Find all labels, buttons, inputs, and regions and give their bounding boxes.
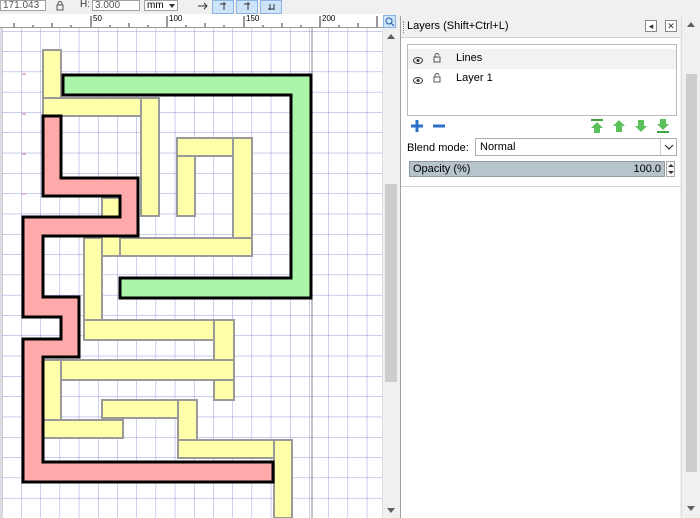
opacity-spinner[interactable] — [666, 161, 675, 177]
lock-icon[interactable] — [433, 73, 441, 86]
layers-panel-header: Layers (Shift+Ctrl+L) ◂ ✕ — [401, 16, 681, 38]
lock-icon[interactable] — [56, 1, 64, 14]
close-icon[interactable]: ✕ — [665, 20, 677, 32]
eye-icon[interactable] — [413, 55, 423, 67]
layers-dock-panel: Layers (Shift+Ctrl+L) ◂ ✕ Lines Layer 1 … — [400, 16, 681, 518]
scrollbar-thumb[interactable] — [686, 74, 697, 472]
scroll-down-icon[interactable] — [387, 508, 395, 513]
layer-name: Layer 1 — [456, 72, 493, 84]
chevron-down-icon[interactable] — [660, 139, 676, 155]
dock-grip-icon[interactable] — [403, 21, 406, 33]
chevron-down-icon — [169, 4, 175, 8]
h-field[interactable]: 3.000 — [92, 0, 140, 11]
layer-name: Lines — [456, 52, 483, 64]
layers-list[interactable]: Lines Layer 1 — [407, 44, 677, 116]
ruler-tick-label: 50 — [93, 14, 102, 23]
opacity-label: Opacity (%) — [413, 163, 471, 175]
layer-row-lines[interactable]: Lines — [408, 49, 676, 69]
spin-up-icon[interactable] — [668, 164, 674, 167]
layer-row-layer-1[interactable]: Layer 1 — [408, 69, 676, 89]
raise-to-top-icon[interactable] — [589, 118, 605, 134]
blend-mode-select[interactable]: Normal — [475, 138, 677, 156]
snap-nodes-button[interactable] — [236, 0, 258, 14]
spin-down-icon[interactable] — [668, 171, 674, 174]
layers-panel-title: Layers (Shift+Ctrl+L) — [407, 20, 509, 32]
panel-divider — [401, 186, 681, 187]
scroll-down-icon[interactable] — [687, 506, 695, 511]
lower-icon[interactable] — [633, 118, 649, 134]
ruler-tick-label: 100 — [169, 14, 183, 23]
h-label: H: — [80, 0, 90, 10]
scroll-up-icon[interactable] — [687, 22, 695, 27]
scrollbar-thumb[interactable] — [385, 184, 397, 382]
canvas-vertical-scrollbar[interactable] — [382, 28, 398, 518]
drawing-canvas[interactable] — [2, 28, 382, 518]
opacity-slider[interactable]: Opacity (%) 100.0 — [409, 161, 665, 177]
ruler-tick-label: 150 — [246, 14, 260, 23]
snap-icon[interactable] — [196, 0, 210, 12]
x-field[interactable]: 171.043 — [0, 0, 46, 11]
snap-others-button[interactable] — [260, 0, 282, 14]
scroll-up-icon[interactable] — [387, 34, 395, 39]
snap-bbox-button[interactable] — [212, 0, 234, 14]
zoom-icon[interactable] — [383, 15, 396, 28]
blend-mode-value: Normal — [480, 141, 516, 153]
unit-value: mm — [147, 0, 164, 11]
eye-icon[interactable] — [413, 75, 423, 87]
raise-icon[interactable] — [611, 118, 627, 134]
collapse-panel-icon[interactable]: ◂ — [645, 20, 657, 32]
remove-layer-icon[interactable] — [431, 118, 447, 134]
dock-vertical-scrollbar[interactable] — [681, 16, 700, 518]
unit-select[interactable]: mm — [144, 0, 178, 11]
lower-to-bottom-icon[interactable] — [655, 118, 671, 134]
horizontal-ruler[interactable]: 50 100 150 200 — [0, 14, 384, 28]
ruler-tick-label: 200 — [322, 14, 336, 23]
lock-icon[interactable] — [433, 53, 441, 66]
add-layer-icon[interactable] — [409, 118, 425, 134]
opacity-value: 100.0 — [633, 163, 661, 175]
tool-controls-bar: 171.043 H: 3.000 mm — [0, 0, 398, 14]
blend-mode-label: Blend mode: — [407, 142, 469, 154]
